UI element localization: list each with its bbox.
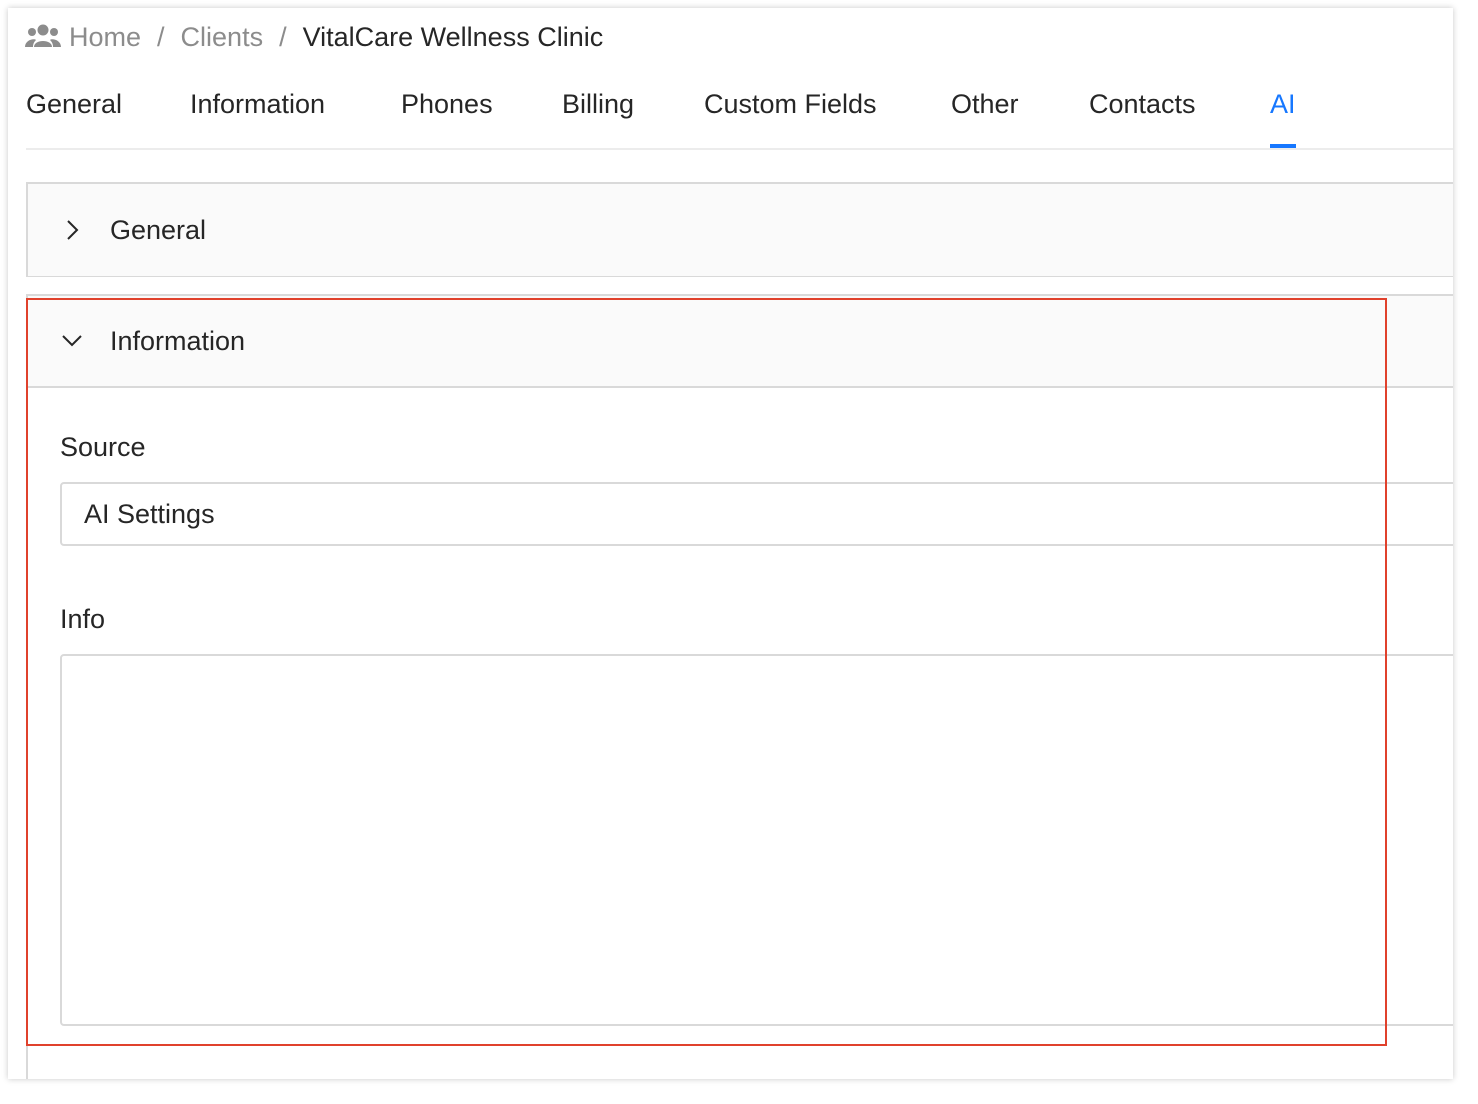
breadcrumb: Home / Clients / VitalCare Wellness Clin… [25,20,603,54]
tab-ai[interactable]: AI [1270,78,1296,148]
general-panel-header[interactable]: General [28,184,1453,276]
information-panel-header[interactable]: Information [28,296,1453,388]
source-label: Source [60,432,146,462]
information-panel-title: Information [110,325,246,356]
breadcrumb-separator: / [279,21,287,52]
tab-other[interactable]: Other [951,78,1019,148]
chevron-down-icon [60,329,84,353]
tab-bar: General Information Phones Billing Custo… [26,78,1453,150]
chevron-right-icon [60,218,84,242]
tab-billing[interactable]: Billing [562,78,634,148]
breadcrumb-current-client: VitalCare Wellness Clinic [302,21,604,52]
general-panel: General [26,182,1453,277]
breadcrumb-home-link[interactable]: Home [69,22,141,53]
general-panel-title: General [110,214,207,245]
tab-custom-fields[interactable]: Custom Fields [704,78,877,148]
client-settings-window: Home / Clients / VitalCare Wellness Clin… [8,8,1453,1079]
source-select[interactable]: AI Settings [60,482,1453,546]
information-panel: Information Source AI Settings Info [26,294,1453,1079]
info-textarea[interactable] [60,654,1453,1026]
tab-general[interactable]: General [26,78,122,148]
breadcrumb-separator: / [157,21,165,52]
tab-information[interactable]: Information [190,78,325,148]
info-label: Info [60,604,106,634]
tab-contacts[interactable]: Contacts [1089,78,1196,148]
breadcrumb-clients-link[interactable]: Clients [181,22,264,53]
tab-phones[interactable]: Phones [401,78,493,148]
users-icon [25,22,61,52]
